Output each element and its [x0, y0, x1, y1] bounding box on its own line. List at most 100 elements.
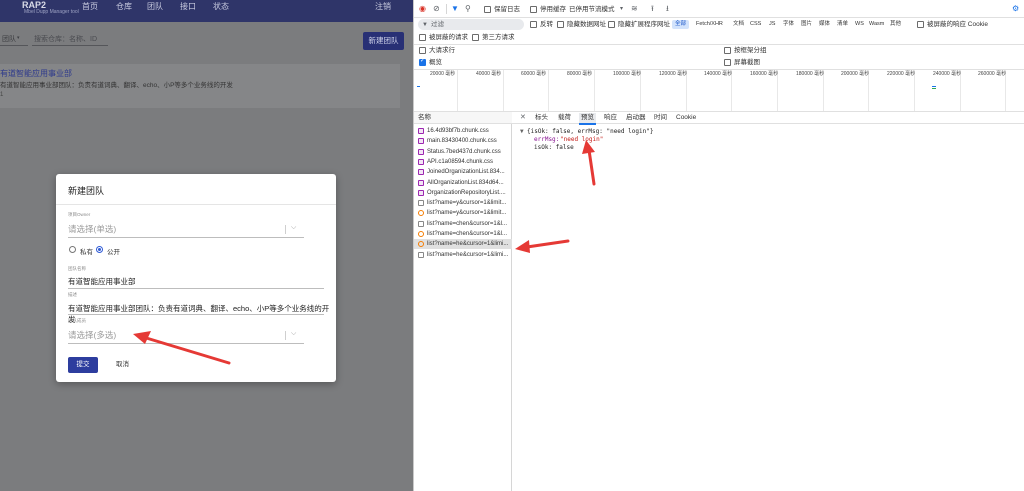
overview-label: 概览	[429, 59, 442, 66]
tab-headers[interactable]: 标头	[535, 113, 548, 123]
request-row[interactable]: JoinedOrganizationList.834...	[414, 167, 512, 177]
app-logo-subtitle: Mbel Dupp Manager tool	[24, 9, 79, 15]
css-file-icon	[418, 169, 424, 176]
request-row[interactable]: list?name=y&cursor=1&limit...	[414, 198, 512, 208]
big-rows-checkbox[interactable]	[419, 47, 426, 54]
invert-label: 反转	[540, 21, 553, 28]
request-name: OrganizationRepositoryList....	[427, 189, 506, 196]
nav-logout[interactable]: 注销	[375, 2, 391, 12]
hide-data-urls-label: 隐藏数据网址	[567, 21, 606, 28]
record-icon[interactable]: ◉	[419, 4, 426, 14]
chevron-down-icon[interactable]: ⌵	[291, 330, 296, 338]
settings-icon[interactable]: ⚙	[1012, 4, 1019, 14]
type-chip-wasm[interactable]: Wasm	[866, 20, 887, 29]
members-select[interactable]: 请选择(多选)	[68, 329, 116, 341]
blocked-cookies-label: 被屏蔽的响应 Cookie	[927, 21, 989, 28]
request-row[interactable]: OrganizationRepositoryList....	[414, 188, 512, 198]
wifi-icon[interactable]: ≋	[631, 4, 638, 14]
type-chip-doc[interactable]: 文档	[730, 20, 747, 29]
request-row[interactable]: list?name=chen&cursor=1&l...	[414, 219, 512, 229]
blocked-requests-checkbox[interactable]	[419, 34, 426, 41]
tab-cookies[interactable]: Cookie	[676, 113, 696, 123]
nav-home[interactable]: 首页	[82, 2, 98, 12]
type-chip-css[interactable]: CSS	[747, 20, 764, 29]
nav-team[interactable]: 团队	[147, 2, 163, 12]
submit-button[interactable]: 提交	[68, 357, 98, 373]
disable-cache-checkbox[interactable]	[530, 6, 537, 13]
preview-errmsg-key: errMsg:	[534, 136, 560, 143]
team-filter-select[interactable]: 团队	[2, 34, 16, 44]
nav-interface[interactable]: 接口	[180, 2, 196, 12]
request-row[interactable]: list?name=chen&cursor=1&l...	[414, 229, 512, 239]
upload-icon[interactable]: ⭱	[651, 4, 654, 14]
request-row[interactable]: API.c1a08594.chunk.css	[414, 157, 512, 167]
members-label: 团队成员	[68, 318, 86, 323]
preview-summary[interactable]: {isOk: false, errMsg: "need login"}	[527, 128, 653, 136]
team-card-title[interactable]: 有道智能应用事业部	[0, 68, 72, 79]
tab-timing[interactable]: 时间	[654, 113, 667, 123]
type-chip-media[interactable]: 媒体	[816, 20, 833, 29]
team-card-description: 有道智能应用事业部团队：负责有道词典、翻译、echo、小P等多个业务线的开发	[0, 82, 233, 89]
search-icon[interactable]: ⚲	[465, 4, 471, 14]
request-row[interactable]: list?name=y&cursor=1&limit...	[414, 208, 512, 218]
expand-triangle-icon[interactable]: ▼	[520, 128, 524, 136]
type-chip-ws[interactable]: WS	[852, 20, 867, 29]
modal-divider	[56, 204, 336, 205]
tab-initiator[interactable]: 启动器	[626, 113, 646, 123]
type-chip-other[interactable]: 其他	[887, 20, 904, 29]
clear-icon[interactable]: ⊘	[433, 4, 440, 14]
group-by-frame-checkbox[interactable]	[724, 47, 731, 54]
timeline-request-mark	[932, 86, 936, 87]
request-name: AllOrganizationList.834d64...	[427, 179, 504, 186]
invert-checkbox[interactable]	[530, 21, 537, 28]
team-name-input[interactable]: 有道智能应用事业部	[68, 276, 136, 287]
timeline-tick-label: 140000 毫秒	[704, 71, 733, 77]
chevron-down-icon[interactable]: ▾	[620, 4, 623, 14]
tab-response[interactable]: 响应	[604, 113, 617, 123]
type-chip-xhr[interactable]: Fetch/XHR	[693, 20, 726, 29]
request-row[interactable]: list?name=he&cursor=1&limi...	[414, 239, 512, 250]
close-icon[interactable]: ✕	[520, 113, 526, 123]
tab-payload[interactable]: 载荷	[558, 113, 571, 123]
timeline-gridline	[548, 70, 549, 111]
third-party-checkbox[interactable]	[472, 34, 479, 41]
request-row[interactable]: 16.4d93bf7b.chunk.css	[414, 126, 512, 136]
chevron-down-icon[interactable]: ⌵	[291, 224, 296, 232]
filter-icon[interactable]: ▼	[451, 4, 459, 14]
type-chip-manifest[interactable]: 清单	[834, 20, 851, 29]
owner-select[interactable]: 请选择(单选)	[68, 223, 116, 235]
preserve-log-label: 保留日志	[494, 6, 520, 13]
visibility-public-radio[interactable]	[96, 246, 103, 253]
type-chip-font[interactable]: 字体	[780, 20, 797, 29]
type-chip-img[interactable]: 图片	[798, 20, 815, 29]
request-row[interactable]: main.83430400.chunk.css	[414, 136, 512, 146]
preserve-log-checkbox[interactable]	[484, 6, 491, 13]
name-column-header[interactable]: 名称	[418, 113, 431, 122]
type-chip-all[interactable]: 全部	[672, 20, 690, 29]
hide-data-urls-checkbox[interactable]	[557, 21, 564, 28]
nav-repository[interactable]: 仓库	[116, 2, 132, 12]
blocked-cookies-checkbox[interactable]	[917, 21, 924, 28]
screenshots-checkbox[interactable]	[724, 59, 731, 66]
filter-icon: ▼	[422, 22, 428, 28]
throttle-select[interactable]: 已停用节流模式	[569, 5, 615, 14]
request-name: JoinedOrganizationList.834...	[427, 169, 505, 176]
nav-status[interactable]: 状态	[213, 2, 229, 12]
new-team-button[interactable]: 新建团队	[363, 32, 404, 50]
xhr-icon	[418, 231, 424, 237]
download-icon[interactable]: ⭳	[666, 4, 669, 14]
request-row[interactable]: list?name=he&cursor=1&limi...	[414, 250, 512, 260]
timeline-gridline	[457, 70, 458, 111]
tab-preview[interactable]: 预览	[579, 113, 596, 125]
repository-search-input[interactable]: 搜索仓库：名称、ID	[34, 34, 97, 44]
visibility-private-radio[interactable]	[69, 246, 76, 253]
request-row[interactable]: AllOrganizationList.834d64...	[414, 178, 512, 188]
owner-underline	[68, 237, 304, 238]
toolbar-separator	[446, 4, 447, 14]
request-row[interactable]: Status.7bed437d.chunk.css	[414, 147, 512, 157]
type-chip-js[interactable]: JS	[766, 20, 778, 29]
hide-ext-urls-checkbox[interactable]	[608, 21, 615, 28]
overview-checkbox[interactable]	[419, 57, 426, 66]
timeline-tick-label: 100000 毫秒	[613, 71, 642, 77]
preview-isok: isOk: false	[534, 144, 574, 151]
